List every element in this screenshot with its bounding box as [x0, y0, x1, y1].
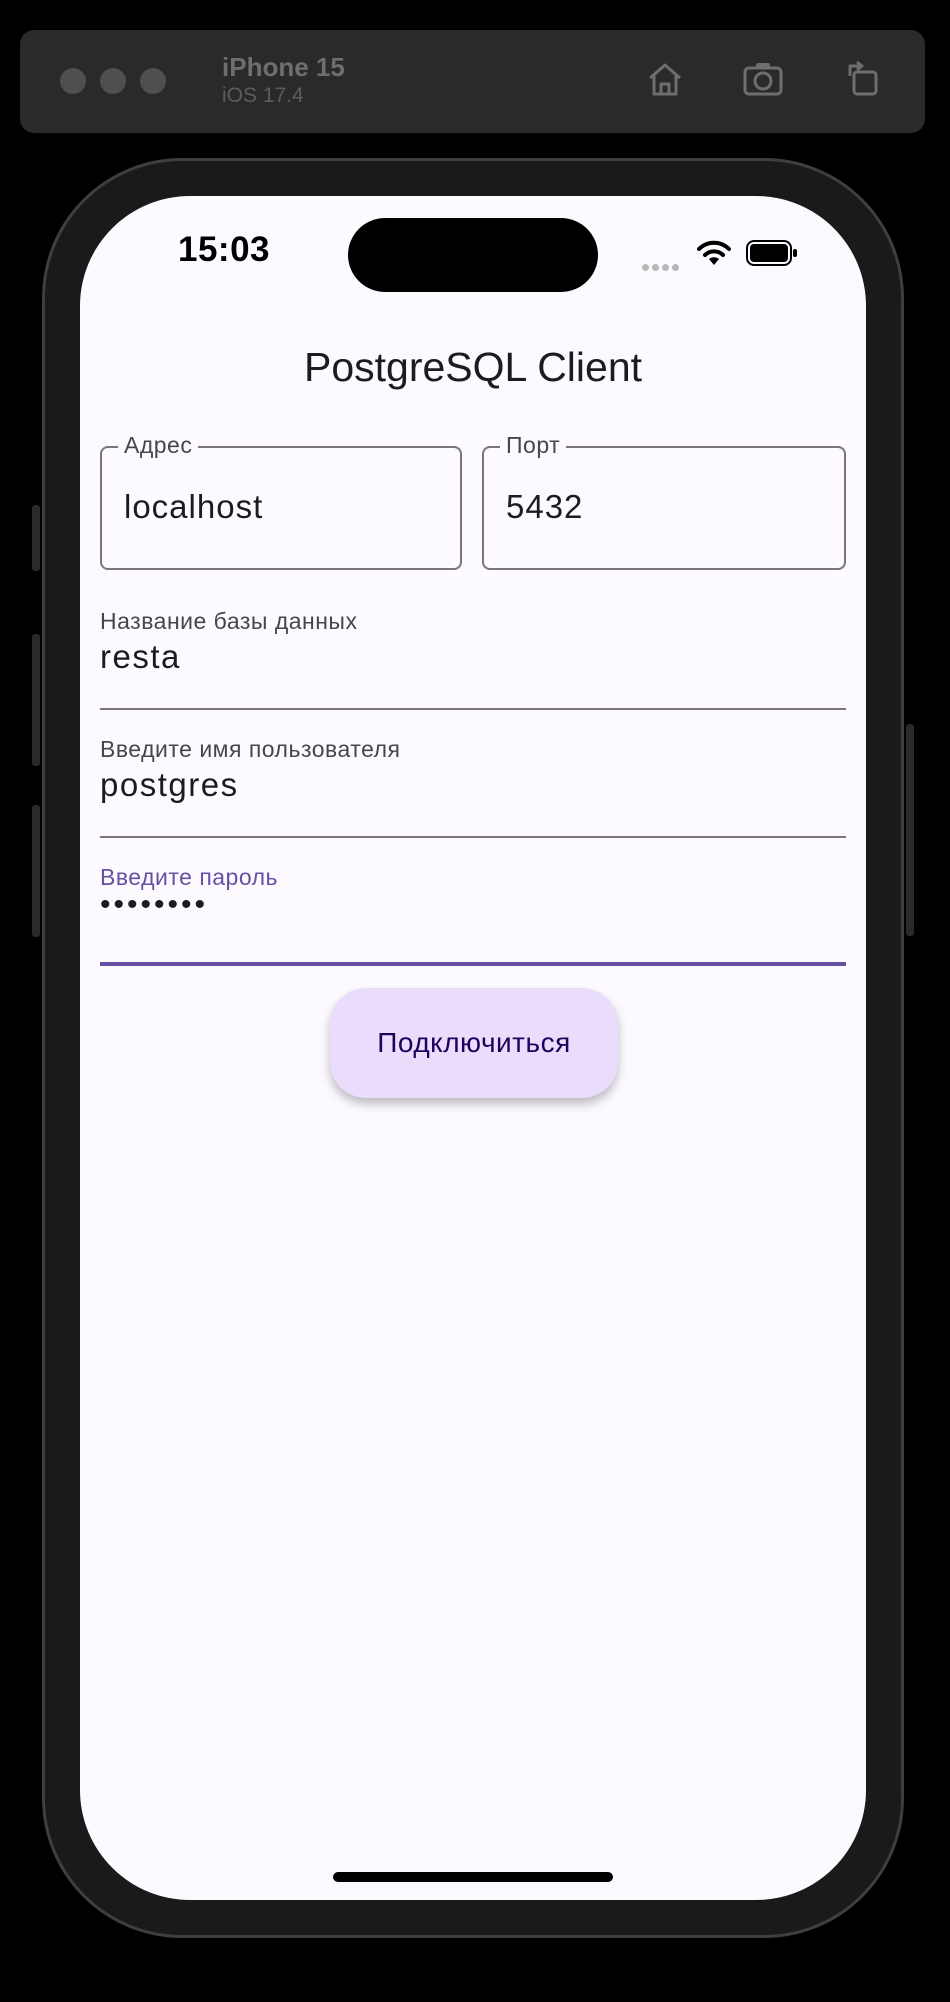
- wifi-icon: [696, 238, 732, 268]
- zoom-window-dot[interactable]: [140, 68, 166, 94]
- username-label: Введите имя пользователя: [100, 736, 401, 762]
- close-window-dot[interactable]: [60, 68, 86, 94]
- os-version: iOS 17.4: [222, 84, 304, 107]
- port-label: Порт: [500, 432, 567, 459]
- address-field[interactable]: Адрес localhost: [100, 432, 462, 570]
- power-button: [906, 724, 914, 936]
- password-field[interactable]: Введите пароль ••••••••: [100, 856, 846, 966]
- home-icon[interactable]: [642, 56, 688, 102]
- status-time: 15:03: [178, 230, 271, 269]
- action-button: [32, 505, 40, 571]
- password-label: Введите пароль: [100, 864, 279, 890]
- rotate-icon[interactable]: [840, 56, 886, 102]
- port-field[interactable]: Порт 5432: [482, 432, 846, 570]
- address-label: Адрес: [118, 432, 199, 459]
- address-value[interactable]: localhost: [124, 488, 263, 526]
- volume-up-button: [32, 634, 40, 766]
- minimize-window-dot[interactable]: [100, 68, 126, 94]
- battery-icon: [746, 240, 798, 266]
- username-field[interactable]: Введите имя пользователя postgres: [100, 728, 846, 838]
- app-title: PostgreSQL Client: [303, 344, 643, 390]
- password-value[interactable]: ••••••••: [100, 888, 208, 922]
- username-value[interactable]: postgres: [100, 766, 239, 804]
- volume-down-button: [32, 805, 40, 937]
- database-field[interactable]: Название базы данных resta: [100, 600, 846, 710]
- dynamic-island: [348, 218, 598, 292]
- phone-screen: 15:03 PostgreSQL Client Адрес localhost …: [80, 196, 866, 1900]
- home-indicator[interactable]: [333, 1872, 613, 1882]
- database-value[interactable]: resta: [100, 638, 181, 676]
- device-name: iPhone 15: [222, 52, 345, 82]
- screenshot-icon[interactable]: [740, 56, 786, 102]
- port-value[interactable]: 5432: [506, 488, 583, 526]
- database-label: Название базы данных: [100, 608, 358, 634]
- connect-button[interactable]: Подключиться: [330, 988, 618, 1098]
- simulator-toolbar: iPhone 15 iOS 17.4: [20, 30, 925, 133]
- signal-icon: [642, 258, 682, 276]
